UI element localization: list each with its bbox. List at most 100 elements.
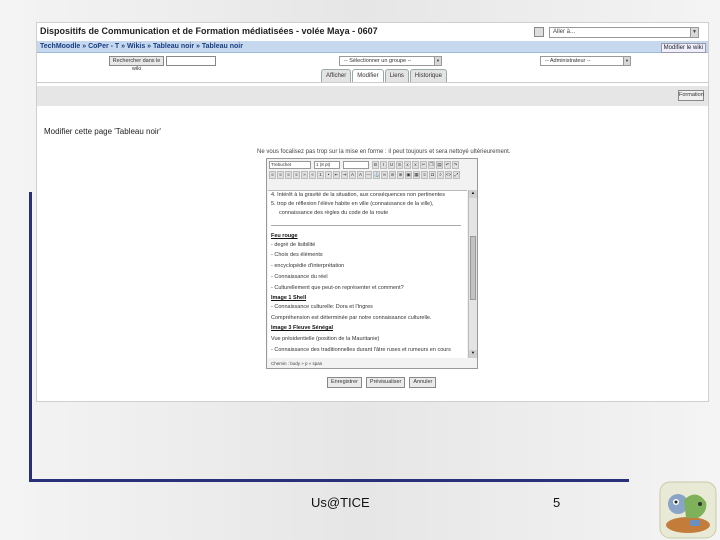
cut-icon[interactable]: ✂ xyxy=(420,161,427,169)
form-buttons: Enregistrer Prévisualiser Annuler xyxy=(327,377,437,388)
site-title: Dispositifs de Communication et de Forma… xyxy=(40,26,378,36)
italic-icon[interactable]: I xyxy=(380,161,387,169)
editor-scrollbar[interactable]: ▲ ▼ xyxy=(468,190,477,358)
edit-wiki-button[interactable]: Modifier le wiki xyxy=(660,43,706,53)
scroll-down-icon[interactable]: ▼ xyxy=(469,350,477,358)
bold-icon[interactable]: B xyxy=(372,161,379,169)
unlink-icon[interactable]: ⊘ xyxy=(389,171,396,179)
link-icon[interactable]: ∞ xyxy=(381,171,388,179)
slide-bottom-rule xyxy=(29,479,629,482)
save-button[interactable]: Enregistrer xyxy=(327,377,362,388)
editor-line: - Connaissance du réel xyxy=(271,274,328,280)
preview-button[interactable]: Prévisualiser xyxy=(365,377,406,388)
bg-color-icon[interactable]: A xyxy=(357,171,364,179)
underline-icon[interactable]: U xyxy=(388,161,395,169)
search-wiki-button[interactable]: Rechercher dans le wiki xyxy=(109,56,164,72)
editor-line: - Choix des éléments xyxy=(271,252,323,258)
editor-toolbar-row-3 xyxy=(268,180,478,190)
slide-footer: Us@TICE xyxy=(311,495,370,510)
image-icon[interactable]: ▣ xyxy=(405,171,412,179)
html-source-icon[interactable]: <> xyxy=(445,171,452,179)
user-select[interactable]: -- Administrateur -- ▼ xyxy=(540,56,631,66)
size-select[interactable]: 1 (8 pt) xyxy=(314,161,340,169)
editor-heading: Image 1 Shell xyxy=(271,295,307,301)
align-right-icon[interactable]: ≡ xyxy=(285,171,292,179)
special-char-icon[interactable]: Ω xyxy=(429,171,436,179)
slide-page-number: 5 xyxy=(553,495,561,510)
group-select-label: -- Sélectionner un groupe -- xyxy=(344,58,412,64)
editor-line: 5. trop de réflexion l'élève habite en v… xyxy=(271,201,434,207)
editor-line: - encyclopédie d'interprétation xyxy=(271,263,345,269)
page-title: Modifier cette page 'Tableau noir' xyxy=(44,127,161,136)
redo-icon[interactable]: ↷ xyxy=(452,161,459,169)
subscript-icon[interactable]: x xyxy=(404,161,411,169)
cancel-button[interactable]: Annuler xyxy=(409,377,437,388)
tab-divider xyxy=(37,82,708,83)
format-buttons: B I U S x x ✂ ❐ ▤ ↶ ↷ xyxy=(372,161,459,169)
editor-line: Vue présidentielle (position de la Mauri… xyxy=(271,336,380,342)
breadcrumb[interactable]: TechMoodle » CoPer - T » Wikis » Tableau… xyxy=(40,43,243,50)
indent-icon[interactable]: ⇥ xyxy=(341,171,348,179)
editor-heading: Feu rouge xyxy=(271,233,298,239)
jump-to-select[interactable]: Aller à... ▼ xyxy=(549,27,699,38)
tab-links[interactable]: Liens xyxy=(384,69,409,82)
mascot-icon xyxy=(659,481,717,539)
title-bar: Dispositifs de Communication et de Forma… xyxy=(37,23,708,41)
tab-edit[interactable]: Modifier xyxy=(352,69,384,83)
horizontal-rule xyxy=(271,225,461,226)
ordered-list-icon[interactable]: 1 xyxy=(317,171,324,179)
align-left-icon[interactable]: ≡ xyxy=(269,171,276,179)
justify-icon[interactable]: ≡ xyxy=(293,171,300,179)
paste-icon[interactable]: ▤ xyxy=(436,161,443,169)
hr-icon[interactable]: — xyxy=(365,171,372,179)
navigation-bar: TechMoodle » CoPer - T » Wikis » Tableau… xyxy=(37,41,708,53)
editor-line: - Culturellement que peut-on représenter… xyxy=(271,285,404,291)
font-select[interactable]: Trebuchet xyxy=(269,161,311,169)
chevron-down-icon: ▼ xyxy=(623,57,630,65)
editor-notice: Ne vous focalisez pas trop sur la mise e… xyxy=(257,149,511,155)
wiki-tabs: Afficher Modifier Liens Historique xyxy=(321,69,447,83)
ltr-icon[interactable]: » xyxy=(301,171,308,179)
smiley-icon[interactable]: ☺ xyxy=(421,171,428,179)
wiki-toolbar: Rechercher dans le wiki -- Sélectionner … xyxy=(37,54,708,72)
user-select-label: -- Administrateur -- xyxy=(545,58,591,64)
editor-line: Compréhension est déterminée par notre c… xyxy=(271,315,432,321)
align-center-icon[interactable]: ≡ xyxy=(277,171,284,179)
editor-content-area[interactable]: 4. Intérêt à la gravité de la situation,… xyxy=(268,190,467,358)
editor-line: - degré de lisibilité xyxy=(271,242,316,248)
formation-button[interactable]: Formation xyxy=(678,90,704,101)
scroll-thumb[interactable] xyxy=(470,236,476,300)
fullscreen-icon[interactable]: ⤢ xyxy=(453,171,460,179)
editor-line: connaissance des règles du code de la ro… xyxy=(279,210,389,216)
editor-line: 4. Intérêt à la gravité de la situation,… xyxy=(271,192,445,198)
outdent-icon[interactable]: ⇤ xyxy=(333,171,340,179)
undo-icon[interactable]: ↶ xyxy=(444,161,451,169)
editor-toolbar-row-1: Trebuchet 1 (8 pt) B I U S x x ✂ ❐ ▤ ↶ ↷ xyxy=(268,160,478,170)
table-icon[interactable]: ▦ xyxy=(413,171,420,179)
rtl-icon[interactable]: « xyxy=(309,171,316,179)
editor-line: - Connaissance culturelle: Dora et l'Ing… xyxy=(271,304,373,310)
editor-line: - Connaissance des traditionnelles duran… xyxy=(271,347,451,353)
strike-icon[interactable]: S xyxy=(396,161,403,169)
tab-view[interactable]: Afficher xyxy=(321,69,352,82)
search-replace-icon[interactable]: ⌕ xyxy=(437,171,444,179)
text-color-icon[interactable]: A xyxy=(349,171,356,179)
style-select[interactable] xyxy=(343,161,369,169)
paragraph-buttons: ≡ ≡ ≡ ≡ » « 1 • ⇤ ⇥ A A — ⚓ ∞ ⊘ ⊗ ▣ ▦ ☺ xyxy=(269,171,460,179)
editor-heading: Image 3 Fleuve Sénégal xyxy=(271,325,334,331)
chevron-down-icon: ▼ xyxy=(690,28,698,37)
anchor-icon[interactable]: ⚓ xyxy=(373,171,380,179)
tab-history[interactable]: Historique xyxy=(409,69,447,82)
copy-icon[interactable]: ❐ xyxy=(428,161,435,169)
bullet-list-icon[interactable]: • xyxy=(325,171,332,179)
language-icon xyxy=(534,27,544,37)
editor-toolbar-row-2: ≡ ≡ ≡ ≡ » « 1 • ⇤ ⇥ A A — ⚓ ∞ ⊘ ⊗ ▣ ▦ ☺ xyxy=(268,170,478,180)
nolink-icon[interactable]: ⊗ xyxy=(397,171,404,179)
superscript-icon[interactable]: x xyxy=(412,161,419,169)
chevron-down-icon: ▼ xyxy=(434,57,441,65)
scroll-up-icon[interactable]: ▲ xyxy=(469,190,477,198)
group-select[interactable]: -- Sélectionner un groupe -- ▼ xyxy=(339,56,442,66)
editor-status-path: Chemin : body » p » span xyxy=(271,361,323,366)
slide-left-rule xyxy=(29,192,32,482)
search-input[interactable] xyxy=(166,56,216,66)
